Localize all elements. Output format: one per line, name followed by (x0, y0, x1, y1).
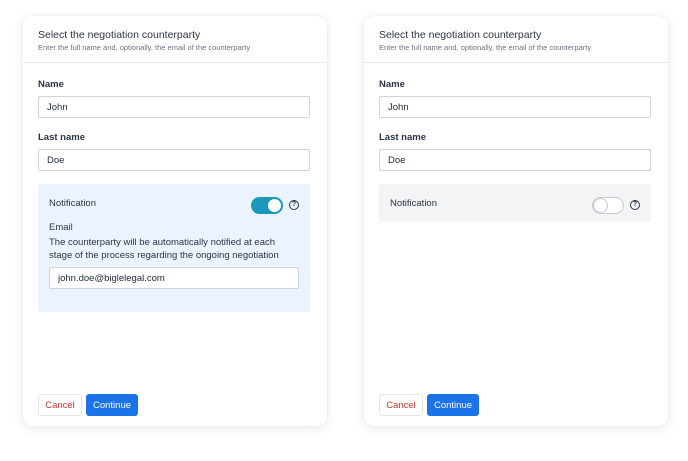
notification-label: Notification (390, 197, 437, 209)
lastname-input[interactable] (38, 149, 310, 171)
continue-button[interactable]: Continue (86, 394, 138, 416)
lastname-label: Last name (38, 132, 85, 143)
counterparty-card-notification-off: Select the negotiation counterparty Ente… (364, 16, 668, 426)
email-label: Email (49, 222, 73, 233)
card-title: Select the negotiation counterparty (38, 29, 201, 41)
help-circle-icon[interactable]: ? (289, 200, 299, 210)
continue-button[interactable]: Continue (427, 394, 479, 416)
name-label: Name (38, 79, 64, 90)
card-subtitle: Enter the full name and, optionally, the… (38, 43, 251, 52)
notification-controls: ? (592, 196, 640, 214)
card-actions: Cancel Continue (38, 394, 138, 416)
toggle-knob (594, 198, 607, 212)
notification-row: Notification ? (49, 195, 299, 214)
card-header: Select the negotiation counterparty Ente… (23, 16, 327, 63)
name-input[interactable] (38, 96, 310, 118)
card-header: Select the negotiation counterparty Ente… (364, 16, 668, 63)
notification-row: Notification ? (390, 195, 640, 214)
notification-controls: ? (251, 196, 299, 214)
card-title: Select the negotiation counterparty (379, 29, 542, 41)
email-input[interactable] (49, 267, 299, 289)
lastname-field: Last name (38, 132, 310, 171)
name-field: Name (379, 79, 651, 118)
notification-description: The counterparty will be automatically n… (49, 237, 279, 261)
cancel-button[interactable]: Cancel (379, 394, 423, 416)
name-input[interactable] (379, 96, 651, 118)
lastname-input[interactable] (379, 149, 651, 171)
help-circle-icon[interactable]: ? (630, 200, 640, 210)
lastname-field: Last name (379, 132, 651, 171)
notification-toggle[interactable] (592, 196, 624, 214)
toggle-knob (268, 198, 281, 212)
notification-panel: Notification ? Email The counterparty wi… (38, 184, 310, 312)
notification-toggle[interactable] (251, 196, 283, 214)
name-label: Name (379, 79, 405, 90)
lastname-label: Last name (379, 132, 426, 143)
notification-panel: Notification ? (379, 184, 651, 222)
notification-label: Notification (49, 197, 96, 209)
card-actions: Cancel Continue (379, 394, 479, 416)
name-field: Name (38, 79, 310, 118)
cancel-button[interactable]: Cancel (38, 394, 82, 416)
counterparty-card-notification-on: Select the negotiation counterparty Ente… (23, 16, 327, 426)
card-subtitle: Enter the full name and, optionally, the… (379, 43, 592, 52)
